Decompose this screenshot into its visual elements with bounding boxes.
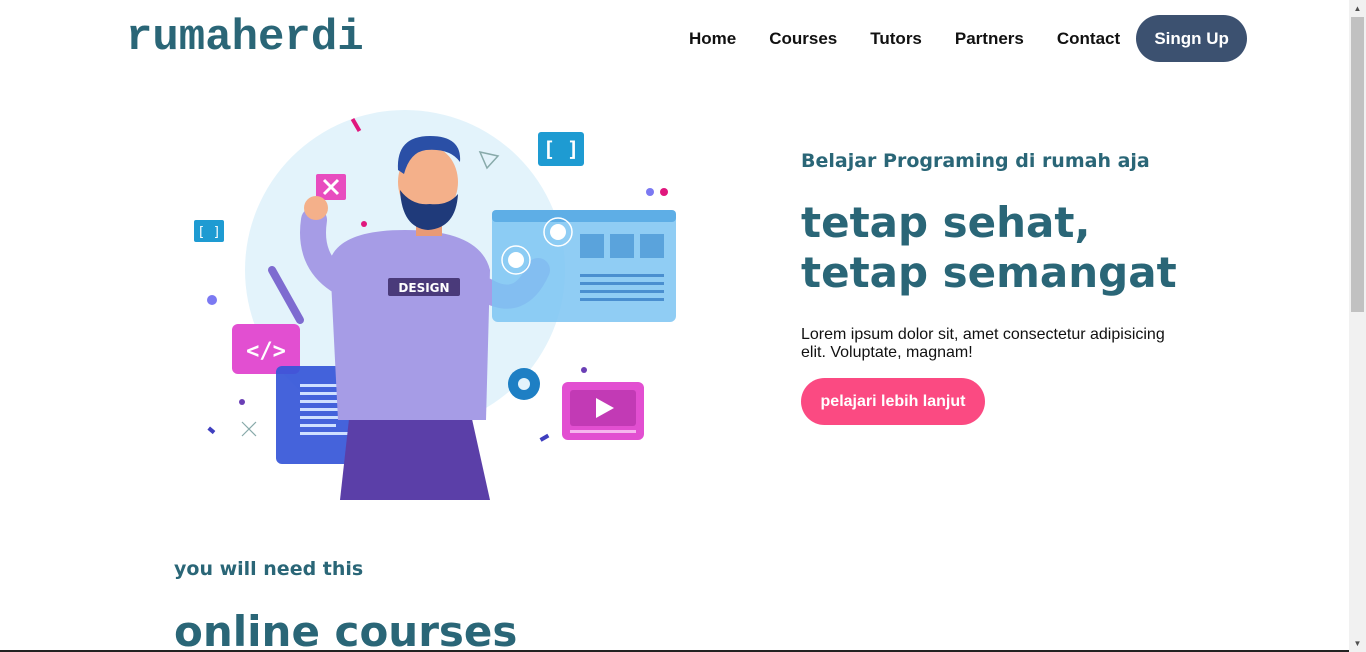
svg-text:</>: </> [246, 339, 286, 364]
site-logo[interactable]: rumaherdi [126, 10, 364, 66]
signup-button[interactable]: Singn Up [1136, 15, 1248, 62]
design-badge-text: DESIGN [398, 281, 449, 295]
hero-title-line-1: tetap sehat, [801, 198, 1091, 247]
page: rumaherdi Home Courses Tutors Partners C… [0, 0, 1349, 652]
learn-more-button[interactable]: pelajari lebih lanjut [801, 378, 985, 425]
main-nav: Home Courses Tutors Partners Contact Sin… [689, 15, 1248, 62]
section-subtitle: you will need this [174, 558, 364, 580]
nav-tutors[interactable]: Tutors [870, 29, 922, 49]
hero-illustration: [ ] [ ] </> DESIGN [194, 110, 676, 500]
vertical-scrollbar[interactable]: ▲ ▼ [1349, 0, 1366, 652]
nav-contact[interactable]: Contact [1057, 29, 1120, 49]
section-title: online courses [174, 607, 518, 652]
scroll-up-arrow-icon[interactable]: ▲ [1349, 0, 1366, 17]
svg-text:[ ]: [ ] [543, 137, 579, 161]
scroll-down-arrow-icon[interactable]: ▼ [1349, 635, 1366, 652]
scrollbar-thumb[interactable] [1351, 17, 1364, 312]
nav-home[interactable]: Home [689, 29, 736, 49]
hero-subtitle: Belajar Programing di rumah aja [801, 150, 1150, 172]
hero-title: tetap sehat, tetap semangat [801, 198, 1177, 298]
hero-description: Lorem ipsum dolor sit, amet consectetur … [801, 326, 1165, 361]
hero-title-line-2: tetap semangat [801, 248, 1177, 297]
nav-courses[interactable]: Courses [769, 29, 837, 49]
svg-text:[ ]: [ ] [197, 225, 220, 240]
nav-partners[interactable]: Partners [955, 29, 1024, 49]
